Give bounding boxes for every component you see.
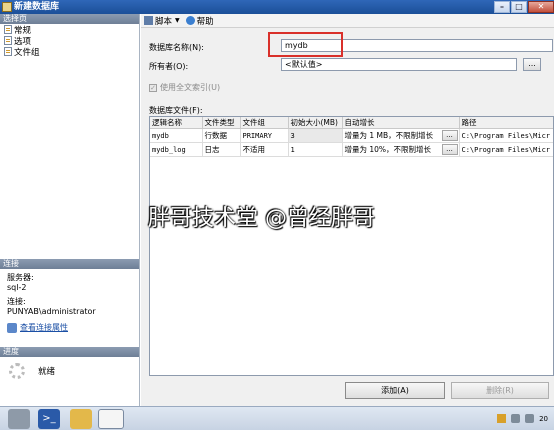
- script-button[interactable]: 脚本 ▼: [144, 15, 180, 27]
- fulltext-checkbox-row[interactable]: ✓ 使用全文索引(U): [149, 82, 220, 93]
- autogrowth-text: 增量为 1 MB，不限制增长: [344, 131, 434, 140]
- taskbar: >_ 20: [0, 406, 554, 430]
- autogrowth-cell[interactable]: 增量为 10%，不限制增长...: [342, 142, 460, 157]
- page-icon: [4, 25, 12, 34]
- remove-button[interactable]: 删除(R): [451, 382, 549, 399]
- autogrowth-cell[interactable]: 增量为 1 MB，不限制增长...: [342, 128, 460, 143]
- select-page-header: 选择页: [0, 14, 139, 24]
- server-label: 服务器:: [7, 273, 34, 282]
- page-icon: [4, 47, 12, 56]
- help-icon: [185, 16, 195, 25]
- progress-area: 就绪: [0, 357, 139, 407]
- connection-info: 服务器: sql-2 连接: PUNYAB\administrator 查看连接…: [0, 269, 139, 337]
- maximize-button[interactable]: □: [511, 1, 527, 13]
- script-label: 脚本: [155, 16, 173, 27]
- chevron-down-icon[interactable]: ▼: [175, 17, 180, 24]
- table-row[interactable]: mydb 行数据 PRIMARY 3 增量为 1 MB，不限制增长... C:\…: [150, 128, 553, 143]
- column-header[interactable]: 自动增长: [342, 117, 460, 129]
- column-header[interactable]: 初始大小(MB): [288, 117, 343, 129]
- window-title-bar[interactable]: 新建数据库 – □ ✕: [0, 0, 554, 14]
- progress-status: 就绪: [38, 367, 56, 377]
- close-button[interactable]: ✕: [528, 1, 554, 13]
- db-files-table: 逻辑名称 文件类型 文件组 初始大小(MB) 自动增长 路径 mydb 行数据 …: [150, 117, 553, 157]
- path-cell[interactable]: C:\Program Files\Micr: [459, 142, 553, 157]
- watermark-text: 胖哥技术堂 @曾经胖哥: [148, 206, 375, 231]
- network-icon[interactable]: [511, 414, 521, 423]
- system-tray: 20: [497, 414, 548, 423]
- powershell-icon[interactable]: >_: [38, 409, 60, 429]
- column-header[interactable]: 文件类型: [202, 117, 241, 129]
- owner-browse-button[interactable]: ...: [523, 58, 541, 71]
- initial-size-cell[interactable]: 1: [288, 142, 343, 157]
- file-type-cell[interactable]: 日志: [202, 142, 241, 157]
- toolbar: 脚本 ▼ 帮助: [141, 14, 554, 28]
- flag-icon[interactable]: [497, 414, 507, 423]
- column-header[interactable]: 路径: [459, 117, 553, 129]
- logical-name-cell[interactable]: mydb_log: [150, 142, 203, 157]
- server-value: sql-2: [7, 283, 27, 292]
- view-connection-link[interactable]: 查看连接属性: [20, 323, 68, 333]
- database-icon: [2, 2, 12, 12]
- table-row[interactable]: mydb_log 日志 不适用 1 增量为 10%，不限制增长... C:\Pr…: [150, 142, 553, 157]
- left-panel: 选择页 常规 选项 文件组 连接 服务器: sql-2 连接: PUNYAB\a…: [0, 14, 140, 406]
- help-button[interactable]: 帮助: [185, 15, 214, 27]
- nav-item-general[interactable]: 常规: [0, 24, 139, 36]
- page-icon: [4, 36, 12, 45]
- view-connection-properties[interactable]: 查看连接属性: [7, 323, 132, 333]
- nav-item-options[interactable]: 选项: [0, 35, 139, 47]
- script-icon: [144, 16, 153, 25]
- fulltext-checkbox[interactable]: ✓: [149, 83, 157, 92]
- ssms-icon[interactable]: [98, 409, 124, 429]
- highlight-annotation: [268, 32, 343, 57]
- column-header[interactable]: 文件组: [240, 117, 289, 129]
- main-panel: 脚本 ▼ 帮助 数据库名称(N): mydb 所有者(O): <默认值> ...…: [141, 14, 554, 406]
- owner-input[interactable]: <默认值>: [281, 58, 517, 71]
- server-manager-icon[interactable]: [8, 409, 30, 429]
- filegroup-cell[interactable]: 不适用: [240, 142, 289, 157]
- connection-value: PUNYAB\administrator: [7, 307, 96, 316]
- minimize-button[interactable]: –: [494, 1, 510, 13]
- column-header[interactable]: 逻辑名称: [150, 117, 203, 129]
- help-label: 帮助: [196, 16, 214, 27]
- logical-name-cell[interactable]: mydb: [150, 128, 203, 143]
- fulltext-label: 使用全文索引(U): [160, 83, 221, 92]
- owner-label: 所有者(O):: [149, 62, 189, 71]
- db-name-label: 数据库名称(N):: [149, 43, 204, 52]
- connection-label: 连接:: [7, 297, 26, 306]
- clock[interactable]: 20: [539, 415, 548, 423]
- autogrowth-edit-button[interactable]: ...: [441, 144, 458, 155]
- window-controls: – □ ✕: [493, 0, 554, 14]
- progress-spinner-icon: [9, 363, 25, 379]
- connection-header: 连接: [0, 259, 139, 269]
- table-header-row: 逻辑名称 文件类型 文件组 初始大小(MB) 自动增长 路径: [150, 117, 553, 129]
- file-type-cell[interactable]: 行数据: [202, 128, 241, 143]
- autogrowth-text: 增量为 10%，不限制增长: [344, 145, 432, 154]
- db-files-grid[interactable]: 逻辑名称 文件类型 文件组 初始大小(MB) 自动增长 路径 mydb 行数据 …: [149, 116, 554, 376]
- properties-icon: [7, 323, 17, 333]
- autogrowth-edit-button[interactable]: ...: [441, 130, 458, 141]
- progress-header: 进度: [0, 347, 139, 357]
- folder-icon[interactable]: [70, 409, 92, 429]
- volume-icon[interactable]: [525, 414, 535, 423]
- add-button[interactable]: 添加(A): [345, 382, 445, 399]
- db-files-label: 数据库文件(F):: [149, 106, 203, 115]
- initial-size-cell[interactable]: 3: [288, 128, 343, 143]
- window-title: 新建数据库: [14, 2, 60, 12]
- filegroup-cell[interactable]: PRIMARY: [240, 128, 289, 143]
- nav-item-label: 文件组: [14, 47, 40, 58]
- nav-item-filegroups[interactable]: 文件组: [0, 46, 139, 58]
- path-cell[interactable]: C:\Program Files\Micr: [459, 128, 553, 143]
